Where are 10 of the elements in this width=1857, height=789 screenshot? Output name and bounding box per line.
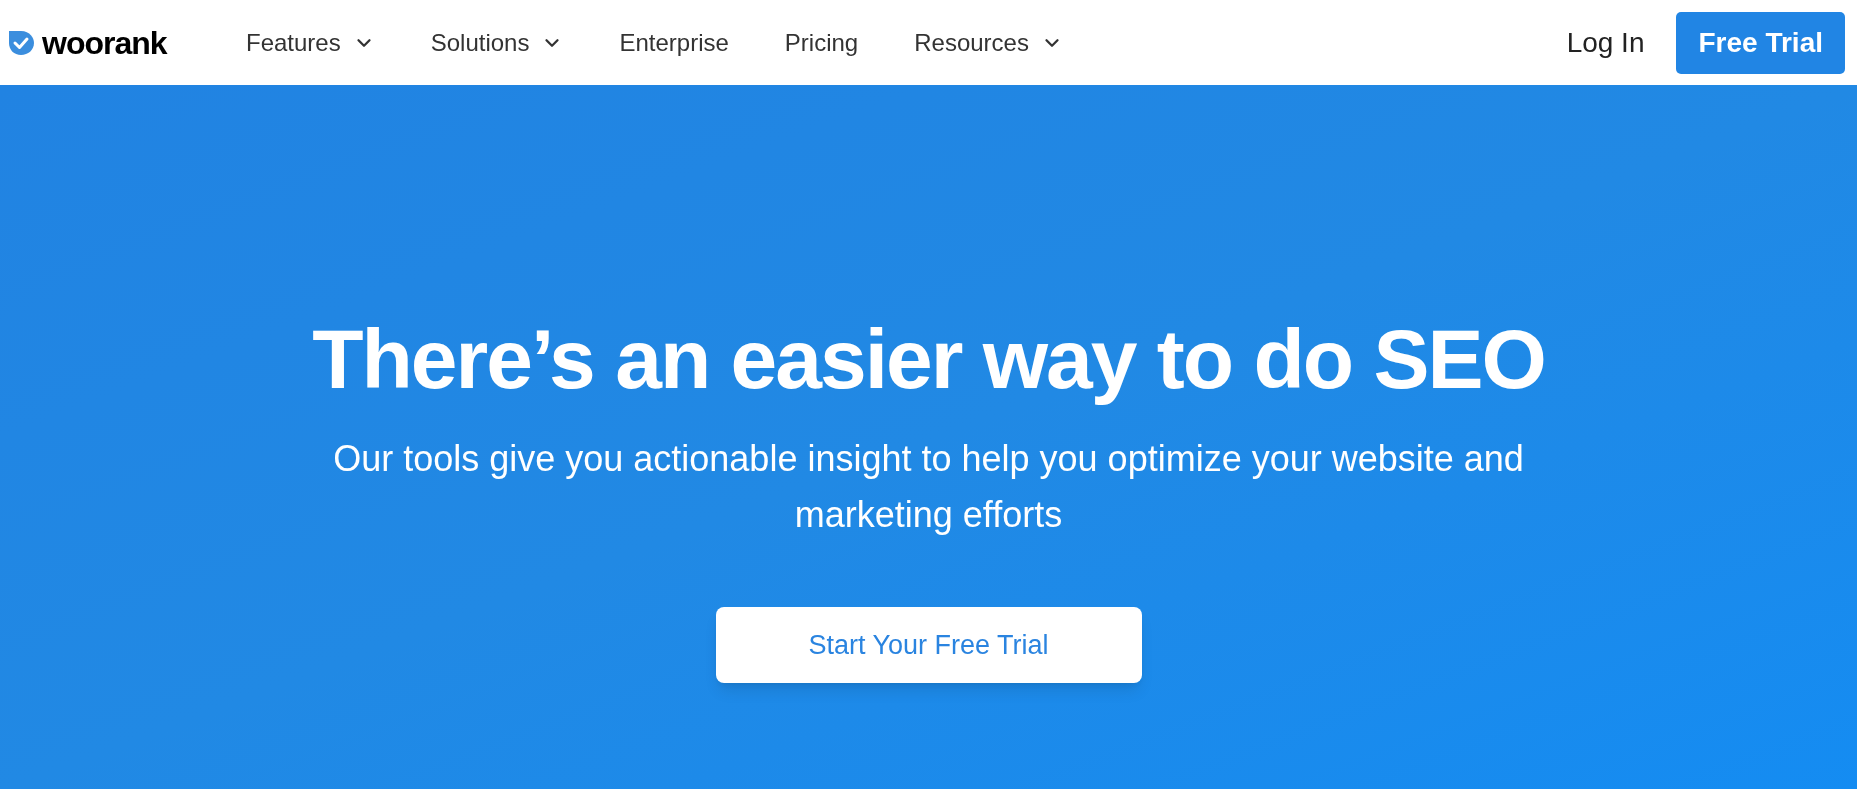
nav-link[interactable]: Features bbox=[246, 24, 375, 61]
hero-subtitle: Our tools give you actionable insight to help you optimize your website and marketing efforts bbox=[332, 437, 1525, 537]
logo-wordmark[interactable]: woorank bbox=[42, 26, 167, 59]
free-trial-button[interactable]: Free Trial bbox=[1676, 11, 1845, 74]
nav-link[interactable]: Resources bbox=[914, 24, 1063, 61]
nav-link[interactable]: Solutions bbox=[430, 24, 564, 61]
login-link[interactable]: Log In bbox=[1566, 21, 1645, 64]
nav-link[interactable]: Enterprise bbox=[619, 24, 729, 61]
nav-link[interactable]: Pricing bbox=[784, 24, 859, 61]
start-free-trial-button[interactable]: Start Your Free Trial bbox=[715, 607, 1142, 683]
